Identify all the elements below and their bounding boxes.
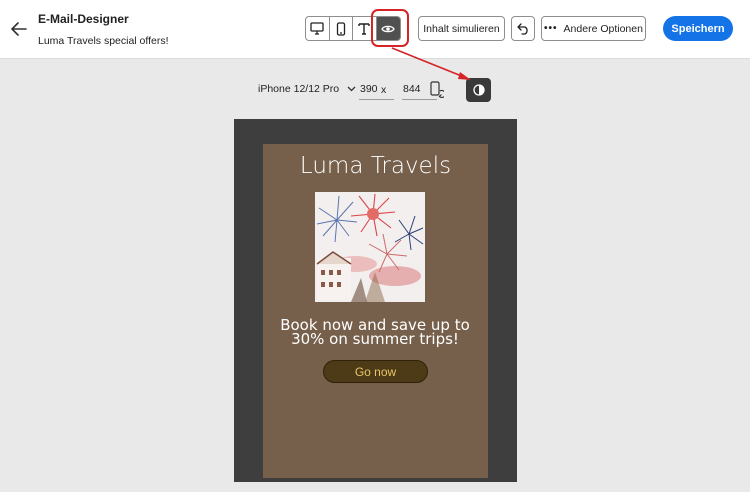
simulate-content-button[interactable]: Inhalt simulieren	[418, 16, 505, 41]
page-title: E-Mail-Designer	[38, 12, 129, 26]
dark-mode-toggle-icon[interactable]	[466, 78, 491, 102]
rotate-device-icon[interactable]	[430, 81, 446, 99]
chevron-down-icon	[347, 86, 356, 92]
app-header: E-Mail-Designer Luma Travels special off…	[0, 0, 750, 59]
annotation-highlight-box	[371, 9, 409, 47]
email-subject: Luma Travels special offers!	[38, 35, 169, 47]
more-options-button[interactable]: ••• Andere Optionen	[541, 16, 646, 41]
mobile-icon[interactable]	[330, 17, 353, 40]
device-selector[interactable]: iPhone 12/12 Pro	[258, 83, 356, 95]
desktop-icon[interactable]	[306, 17, 330, 40]
save-button[interactable]: Speichern	[663, 16, 733, 41]
more-dots-icon: •••	[544, 23, 558, 34]
back-arrow-icon[interactable]	[8, 18, 30, 40]
fireworks-image	[315, 192, 425, 302]
more-options-label: Andere Optionen	[563, 22, 643, 35]
undo-icon[interactable]	[511, 16, 535, 41]
dimension-separator: x	[381, 84, 387, 96]
email-heading: Luma Travels	[299, 153, 452, 179]
go-now-button[interactable]: Go now	[323, 360, 428, 383]
email-promo-text: Book now and save up to 30% on summer tr…	[280, 316, 470, 348]
device-name: iPhone 12/12 Pro	[258, 83, 340, 95]
device-width-input[interactable]: 390	[359, 80, 394, 100]
